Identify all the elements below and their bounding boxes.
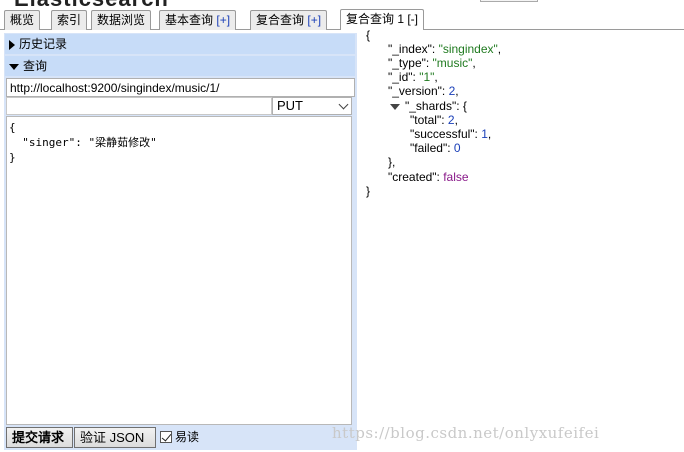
json-number-value: 2: [447, 113, 455, 127]
watermark-text: https://blog.csdn.net/onlyxufeifei: [332, 424, 600, 442]
json-key: "total": [410, 113, 442, 127]
json-key: "created": [388, 170, 437, 184]
method-value: PUT: [277, 98, 303, 113]
json-key: "_id": [388, 70, 413, 84]
tab-bar: 概览 索引 数据浏览 基本查询 [+] 复合查询 [+] 复合查询 1 [-]: [0, 8, 684, 30]
json-row-index: "_index": "singindex",: [388, 42, 502, 56]
tab-compound-query[interactable]: 复合查询 [+]: [250, 10, 328, 30]
query-label: 查询: [23, 59, 48, 73]
json-key: "_version": [388, 84, 442, 98]
json-key: "_index": [388, 42, 432, 56]
expand-arrow-icon: [9, 39, 15, 50]
json-number-value: 0: [453, 141, 461, 155]
json-key: "_type": [388, 56, 426, 70]
request-actions: 提交请求 验证 JSON 易读: [4, 426, 357, 448]
readable-toggle[interactable]: 易读: [160, 429, 199, 445]
tab-basic-query[interactable]: 基本查询 [+]: [159, 10, 237, 30]
readable-checkbox[interactable]: [160, 431, 172, 443]
json-boolean-value: false: [443, 170, 469, 184]
json-close-inner: },: [388, 155, 396, 169]
url-input[interactable]: [6, 78, 355, 97]
tab-add[interactable]: [+]: [216, 13, 230, 27]
json-row-successful: "successful": 1,: [410, 127, 492, 141]
tab-label: 索引: [57, 13, 82, 27]
json-row-type: "_type": "music",: [388, 56, 476, 70]
json-string-value: "1": [419, 70, 435, 84]
history-section-header[interactable]: 历史记录: [5, 34, 355, 54]
collapse-arrow-icon[interactable]: [390, 103, 400, 110]
submit-request-button[interactable]: 提交请求: [6, 427, 73, 448]
chevron-down-icon: [338, 99, 349, 110]
body-line: }: [9, 151, 16, 164]
tab-indices[interactable]: 索引: [51, 10, 88, 30]
json-key: "_shards": [405, 99, 457, 113]
json-string-value: "singindex": [438, 42, 498, 56]
tab-label: 数据浏览: [97, 13, 146, 27]
json-open-brace: {: [366, 28, 371, 42]
json-row-shards[interactable]: "_shards": {: [390, 99, 467, 113]
json-key: "failed": [410, 141, 448, 155]
readable-label: 易读: [175, 430, 200, 444]
tab-label: 基本查询: [165, 13, 214, 27]
validate-json-button[interactable]: 验证 JSON: [74, 427, 156, 448]
tab-label: 概览: [10, 13, 35, 27]
tab-add[interactable]: [+]: [307, 13, 321, 27]
json-string-value: "music": [432, 56, 473, 70]
query-section-header[interactable]: 查询: [5, 56, 355, 76]
body-line: "singer": "梁静茹修改": [9, 136, 157, 149]
json-row-version: "_version": 2,: [388, 84, 459, 98]
request-body-editor[interactable]: { "singer": "梁静茹修改"}: [6, 116, 352, 425]
collapse-arrow-icon: [9, 63, 19, 70]
path-input[interactable]: [6, 97, 272, 115]
app-title: Elasticsearch: [14, 0, 169, 8]
json-number-value: 1: [481, 127, 488, 141]
json-close-brace: }: [366, 184, 371, 198]
tab-compound-query-1[interactable]: 复合查询 1 [-]: [340, 9, 425, 30]
tab-browser[interactable]: 数据浏览: [91, 10, 152, 30]
request-panel: 历史记录 查询 PUT { "singer": "梁静茹修改"} 提交请求 验证…: [4, 33, 357, 450]
tab-overview[interactable]: 概览: [4, 10, 41, 30]
json-row-total: "total": 2,: [410, 113, 458, 127]
json-key: "successful": [410, 127, 475, 141]
response-json-viewer: { "_index": "singindex", "_type": "music…: [364, 28, 682, 208]
app-header: Elasticsearch: [0, 0, 684, 8]
method-select[interactable]: PUT: [272, 97, 352, 115]
body-line: {: [9, 121, 16, 134]
tab-label: 复合查询: [256, 13, 305, 27]
header-cluster-input[interactable]: [480, 0, 538, 2]
tab-label: 复合查询 1 [-]: [346, 12, 419, 26]
json-row-failed: "failed": 0: [410, 141, 461, 155]
json-number-value: 2: [448, 84, 456, 98]
history-label: 历史记录: [19, 37, 68, 51]
json-row-created: "created": false: [388, 170, 469, 184]
json-row-id: "_id": "1",: [388, 70, 438, 84]
